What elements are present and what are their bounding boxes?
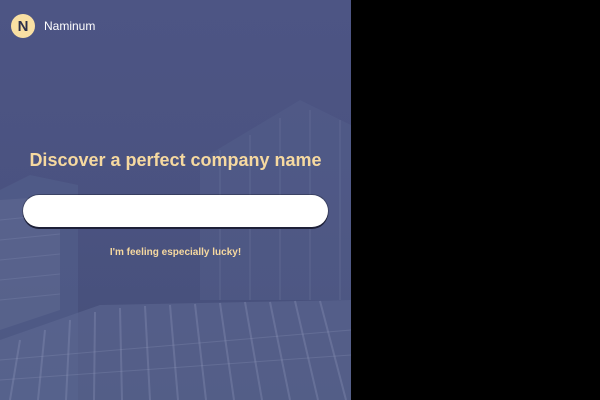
page-title: Discover a perfect company name: [29, 150, 322, 170]
hero-panel: N Naminum Discover a perfect company nam…: [0, 0, 351, 400]
brand[interactable]: N Naminum: [11, 14, 95, 38]
empty-area: [351, 0, 600, 400]
lucky-link[interactable]: I'm feeling especially lucky!: [0, 247, 351, 258]
logo-icon: N: [11, 14, 35, 38]
search-input[interactable]: [23, 195, 328, 227]
brand-name: Naminum: [44, 19, 96, 33]
